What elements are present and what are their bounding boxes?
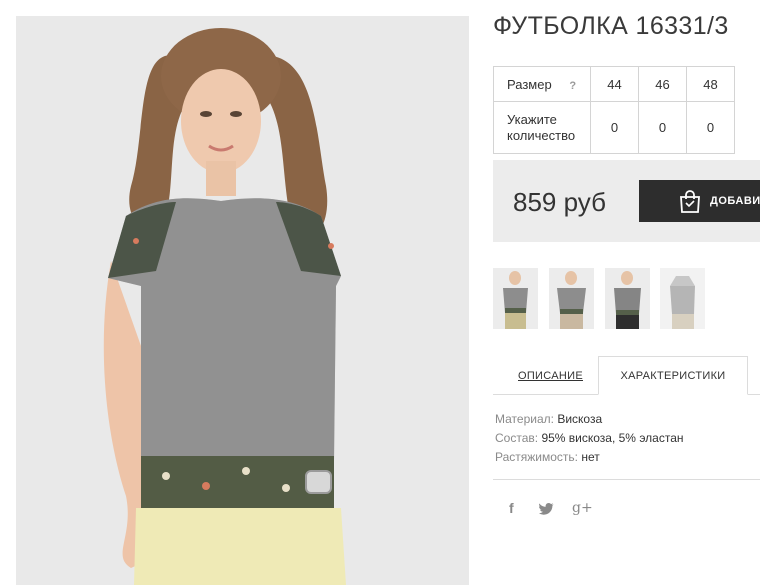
size-quantity-table: Размер ? 44 46 48 Укажите количество 0 0…	[493, 66, 735, 154]
size-44: 44	[590, 66, 639, 102]
size-label: Размер	[507, 76, 552, 92]
twitter-icon[interactable]	[539, 503, 554, 515]
size-row: Размер ? 44 46 48	[493, 66, 735, 102]
googleplus-icon[interactable]: g+	[572, 500, 593, 516]
add-to-cart-label: ДОБАВИТЬ	[710, 195, 760, 207]
spec-key: Состав:	[495, 431, 539, 445]
product-main-image[interactable]	[16, 16, 469, 585]
facebook-icon[interactable]: f	[509, 500, 514, 516]
size-48: 48	[686, 66, 735, 102]
quantity-label-cell: Укажите количество	[493, 101, 591, 154]
tab-description[interactable]: ОПИСАНИЕ	[518, 370, 583, 382]
tab-characteristics[interactable]: ХАРАКТЕРИСТИКИ	[598, 356, 748, 395]
thumbnail-3-image	[605, 268, 650, 329]
thumbnail-3[interactable]	[605, 268, 650, 329]
thumbnail-4-image	[660, 268, 705, 329]
size-46: 46	[638, 66, 687, 102]
thumbnail-2-image	[549, 268, 594, 329]
shopping-bag-icon	[680, 190, 700, 213]
spec-value: 95% вискоза, 5% эластан	[541, 431, 684, 445]
price-value: 859 руб	[513, 187, 606, 217]
quantity-input-44[interactable]: 0	[590, 101, 639, 154]
size-label-cell: Размер ?	[493, 66, 591, 102]
spec-key: Растяжимость:	[495, 450, 579, 464]
spec-row-composition: Состав: 95% вискоза, 5% эластан	[495, 429, 684, 448]
quantity-input-48[interactable]: 0	[686, 101, 735, 154]
quantity-input-46[interactable]: 0	[638, 101, 687, 154]
add-to-cart-button[interactable]: ДОБАВИТЬ	[639, 180, 760, 222]
spec-row-stretch: Растяжимость: нет	[495, 448, 684, 467]
thumbnail-1[interactable]	[493, 268, 538, 329]
product-title: ФУТБОЛКА 16331/3	[493, 12, 729, 40]
social-divider	[493, 479, 760, 480]
thumbnail-1-image	[493, 268, 538, 329]
spec-key: Материал:	[495, 412, 554, 426]
spec-value: нет	[581, 450, 600, 464]
spec-value: Вискоза	[557, 412, 603, 426]
characteristics-list: Материал: Вискоза Состав: 95% вискоза, 5…	[495, 410, 684, 467]
quantity-row: Укажите количество 0 0 0	[493, 101, 735, 154]
thumbnail-4[interactable]	[660, 268, 705, 329]
quantity-label: Укажите количество	[507, 111, 576, 143]
help-icon[interactable]: ?	[569, 80, 576, 92]
thumbnail-2[interactable]	[549, 268, 594, 329]
price-bar: 859 руб ДОБАВИТЬ	[493, 160, 760, 242]
model-photo-illustration	[16, 16, 469, 585]
spec-row-material: Материал: Вискоза	[495, 410, 684, 429]
